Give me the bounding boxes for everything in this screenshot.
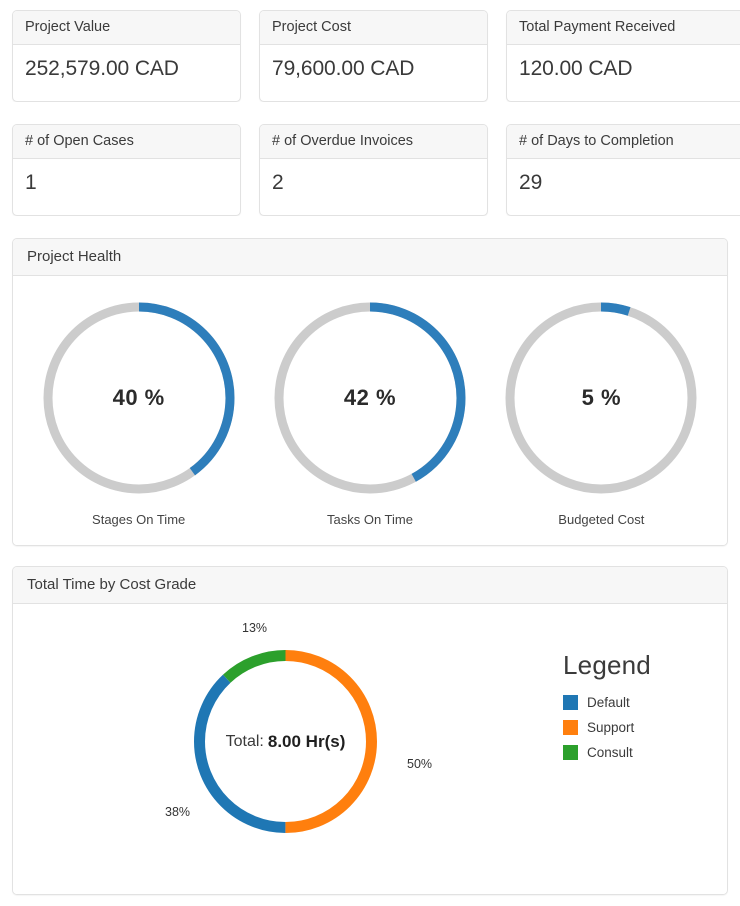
panel-total-time-by-cost-grade: Total Time by Cost Grade 13% 50% 38% Tot…: [12, 566, 728, 895]
panel-title-cost-grade: Total Time by Cost Grade: [13, 567, 727, 604]
legend-label-default: Default: [587, 695, 630, 710]
donut-ring-cost-grade[interactable]: Total: 8.00 Hr(s): [188, 644, 383, 839]
legend-label-consult: Consult: [587, 745, 633, 760]
gauge-label-stages-on-time: Stages On Time: [92, 512, 186, 527]
gauge-stages-on-time[interactable]: 40 % Stages On Time: [31, 298, 246, 527]
legend-swatch-support: [563, 720, 578, 735]
gauge-ring-tasks-on-time: 42 %: [270, 298, 470, 498]
legend-swatch-consult: [563, 745, 578, 760]
kpi-title-open-cases: # of Open Cases: [13, 125, 240, 159]
kpi-card-total-payment-received[interactable]: Total Payment Received 120.00 CAD: [506, 10, 740, 102]
legend-item-default[interactable]: Default: [563, 695, 717, 710]
kpi-title-overdue-invoices: # of Overdue Invoices: [260, 125, 487, 159]
donut-center-total: Total: 8.00 Hr(s): [188, 644, 383, 839]
legend-title: Legend: [563, 650, 651, 680]
kpi-value-project-value: 252,579.00 CAD: [25, 57, 179, 80]
kpi-value-total-payment-received: 120.00 CAD: [519, 57, 633, 80]
dashboard-page: Project Value 252,579.00 CAD Project Cos…: [0, 0, 740, 906]
gauge-value-budgeted-cost: 5 %: [581, 385, 622, 410]
slice-label-consult: 13%: [242, 621, 268, 635]
gauge-ring-stages-on-time: 40 %: [39, 298, 239, 498]
slice-label-support: 50%: [407, 757, 433, 771]
kpi-value-overdue-invoices: 2: [272, 171, 284, 194]
kpi-row-counts: # of Open Cases 1 # of Overdue Invoices …: [0, 124, 740, 216]
gauge-budgeted-cost[interactable]: 5 % Budgeted Cost: [494, 298, 709, 527]
kpi-card-project-cost[interactable]: Project Cost 79,600.00 CAD: [259, 10, 488, 102]
panel-project-health: Project Health 40 % Stages On Time 42 % …: [12, 238, 728, 546]
legend-label-support: Support: [587, 720, 635, 735]
kpi-value-project-cost: 79,600.00 CAD: [272, 57, 415, 80]
panel-title-project-health: Project Health: [13, 239, 727, 276]
legend-swatch-default: [563, 695, 578, 710]
gauge-ring-budgeted-cost: 5 %: [501, 298, 701, 498]
kpi-title-project-value: Project Value: [13, 11, 240, 45]
legend-item-support[interactable]: Support: [563, 720, 717, 735]
kpi-value-days-to-completion: 29: [519, 171, 543, 194]
kpi-card-open-cases[interactable]: # of Open Cases 1: [12, 124, 241, 216]
kpi-title-days-to-completion: # of Days to Completion: [507, 125, 740, 159]
kpi-value-open-cases: 1: [25, 171, 37, 194]
gauge-value-tasks-on-time: 42 %: [343, 385, 397, 410]
gauge-label-budgeted-cost: Budgeted Cost: [558, 512, 645, 527]
kpi-card-overdue-invoices[interactable]: # of Overdue Invoices 2: [259, 124, 488, 216]
kpi-title-project-cost: Project Cost: [260, 11, 487, 45]
kpi-row-financial: Project Value 252,579.00 CAD Project Cos…: [0, 10, 740, 102]
legend-item-consult[interactable]: Consult: [563, 745, 717, 760]
donut-total-value: 8.00 Hr(s): [267, 731, 346, 751]
donut-chart-region: 13% 50% 38% Total: 8.00 Hr(s): [23, 621, 543, 872]
gauge-tasks-on-time[interactable]: 42 % Tasks On Time: [262, 298, 477, 527]
kpi-card-project-value[interactable]: Project Value 252,579.00 CAD: [12, 10, 241, 102]
gauge-group: 40 % Stages On Time 42 % Tasks On Time 5…: [13, 276, 727, 545]
kpi-title-total-payment-received: Total Payment Received: [507, 11, 740, 45]
gauge-value-stages-on-time: 40 %: [112, 385, 165, 410]
kpi-card-days-to-completion[interactable]: # of Days to Completion 29: [506, 124, 740, 216]
slice-label-default: 38%: [165, 805, 191, 819]
legend: Legend Default Support Consult: [543, 622, 717, 770]
donut-total-prefix: Total:: [225, 732, 264, 750]
gauge-label-tasks-on-time: Tasks On Time: [327, 512, 413, 527]
